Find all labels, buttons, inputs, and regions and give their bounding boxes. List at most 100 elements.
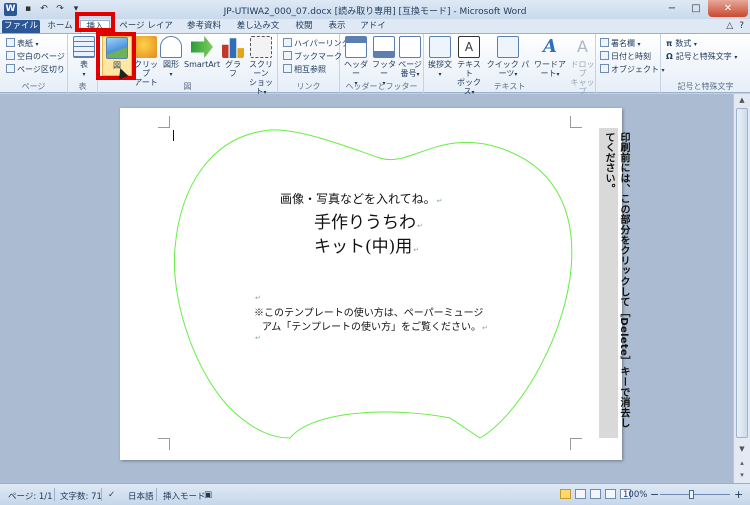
datetime-button[interactable]: 日付と時刻 xyxy=(600,51,651,63)
scroll-down-icon[interactable]: ▼ xyxy=(737,445,747,455)
screenshot-icon xyxy=(250,36,272,58)
crossref-button[interactable]: 相互参照 xyxy=(283,64,326,76)
status-page[interactable]: ページ: 1/1 xyxy=(8,490,53,502)
omega-icon: Ω xyxy=(666,52,673,61)
status-separator xyxy=(101,488,102,501)
doc-line-instruction[interactable]: 画像・写真などを入れてね。↵ xyxy=(280,190,443,207)
signature-button[interactable]: 署名欄 ▾ xyxy=(600,38,641,50)
status-bar: ページ: 1/1 文字数: 71 ✓ 日本語 挿入モード ▣ 100% − + xyxy=(0,483,750,505)
header-footer-group: ヘッダー ▾ フッター ▾ ページ 番号▾ ヘッダーとフッター xyxy=(340,34,424,93)
zoom-slider-thumb[interactable] xyxy=(689,490,694,499)
paragraph-mark: ↵ xyxy=(255,334,261,342)
quickparts-icon xyxy=(497,36,519,58)
macro-record-icon[interactable]: ▣ xyxy=(204,490,212,500)
scroll-up-icon[interactable]: ▲ xyxy=(737,96,747,106)
cover-page-button[interactable]: 表紙 ▾ xyxy=(6,38,39,50)
spellcheck-icon[interactable]: ✓ xyxy=(108,490,115,500)
signature-icon xyxy=(600,38,609,47)
quickparts-button[interactable]: クイック パーツ▾ xyxy=(485,36,531,79)
zoom-out-icon[interactable]: − xyxy=(650,488,659,501)
document-page[interactable]: 画像・写真などを入れてね。↵ 手作りうちわ↵ キット(中)用↵ ↵ ※このテンプ… xyxy=(120,108,629,460)
maximize-button[interactable]: □ xyxy=(684,0,708,17)
status-separator xyxy=(54,488,55,501)
clipart-button[interactable]: クリップ アート xyxy=(134,36,158,87)
doc-empty-line-2: ↵ xyxy=(254,334,261,342)
tab-mailings[interactable]: 差し込み文書 xyxy=(233,20,283,44)
web-layout-view-icon[interactable] xyxy=(590,489,601,499)
doc-line-title-1[interactable]: 手作りうちわ↵ xyxy=(314,208,423,233)
help-icon[interactable]: ? xyxy=(739,21,744,31)
outline-view-icon[interactable] xyxy=(605,489,616,499)
doc-note-line-2[interactable]: アム「テンプレートの使い方」をご覧ください。↵ xyxy=(262,318,488,333)
collapse-ribbon-icon[interactable]: △ xyxy=(726,21,733,31)
shapes-icon xyxy=(160,36,182,58)
doc-note-line-1[interactable]: ※このテンプレートの使い方は、ペーパーミュージ xyxy=(254,304,483,319)
paragraph-mark: ↵ xyxy=(255,294,261,302)
zoom-slider-track[interactable] xyxy=(660,494,730,495)
clipart-icon xyxy=(135,36,157,58)
status-language[interactable]: 日本語 xyxy=(128,490,154,502)
highlight-insert-tab xyxy=(75,12,115,32)
table-button[interactable]: 表 ▾ xyxy=(72,36,96,79)
tab-home[interactable]: ホーム xyxy=(44,20,76,33)
greeting-button[interactable]: 挨拶文 ▾ xyxy=(427,36,453,79)
greeting-icon xyxy=(429,36,451,58)
paragraph-mark: ↵ xyxy=(417,222,423,230)
status-word-count[interactable]: 文字数: 71 xyxy=(60,490,102,502)
chart-button[interactable]: グラフ xyxy=(222,36,244,78)
status-separator xyxy=(156,488,157,501)
text-group: 挨拶文 ▾ A テキスト ボックス▾ クイック パーツ▾ A ワードアート▾ A ド… xyxy=(424,34,596,96)
header-icon xyxy=(345,36,367,58)
delete-before-print-note[interactable]: 印刷前には、この部分をクリックして［Delete］キーで消去してください。 xyxy=(599,128,629,438)
tab-file[interactable]: ファイル xyxy=(2,20,40,33)
object-button[interactable]: オブジェクト ▾ xyxy=(600,64,665,76)
cover-page-icon xyxy=(6,38,15,47)
hyperlink-icon xyxy=(283,38,292,47)
header-footer-group-label: ヘッダーとフッター xyxy=(345,82,418,91)
smartart-icon xyxy=(191,36,213,58)
scroll-thumb[interactable] xyxy=(736,108,748,438)
page-number-button[interactable]: ページ 番号▾ xyxy=(398,36,422,79)
wordart-icon: A xyxy=(543,36,557,57)
next-page-icon[interactable]: ▾ xyxy=(737,471,747,481)
status-insert-mode[interactable]: 挿入モード xyxy=(163,490,206,502)
equation-button[interactable]: π 数式 ▾ xyxy=(666,38,697,50)
close-button[interactable]: ✕ xyxy=(708,0,748,17)
smartart-button[interactable]: SmartArt xyxy=(184,36,220,69)
tab-review[interactable]: 校閲 xyxy=(292,20,316,33)
table-group-label: 表 xyxy=(78,82,87,91)
tab-references[interactable]: 参考資料 xyxy=(184,20,224,33)
crossref-icon xyxy=(283,64,292,73)
prev-page-icon[interactable]: ▴ xyxy=(737,459,747,469)
paragraph-mark: ↵ xyxy=(413,246,420,254)
bookmark-button[interactable]: ブックマーク xyxy=(283,51,342,63)
link-group: ハイパーリンク ブックマーク 相互参照 リンク xyxy=(278,34,350,93)
datetime-icon xyxy=(600,51,609,60)
tab-row-right: △ ? xyxy=(726,21,744,31)
page-break-button[interactable]: ページ区切り xyxy=(6,64,65,76)
text-group-label: テキスト xyxy=(493,82,526,91)
zoom-level[interactable]: 100% xyxy=(623,490,647,500)
doc-line-title-2[interactable]: キット(中)用↵ xyxy=(314,232,419,257)
print-layout-view-icon[interactable] xyxy=(560,489,571,499)
zoom-in-icon[interactable]: + xyxy=(734,488,743,501)
chart-icon xyxy=(222,38,244,58)
page-break-icon xyxy=(6,64,15,73)
vertical-scrollbar[interactable]: ▲ ▼ ▴ ▾ xyxy=(733,94,750,483)
symbol-button[interactable]: Ω 記号と特殊文字 ▾ xyxy=(666,51,737,63)
shapes-button[interactable]: 図形 ▾ xyxy=(160,36,182,79)
table-group: 表 ▾ 表 xyxy=(68,34,98,93)
bookmark-icon xyxy=(283,51,292,60)
minimize-button[interactable]: − xyxy=(660,0,684,17)
tab-view[interactable]: 表示 xyxy=(325,20,349,33)
full-screen-reading-view-icon[interactable] xyxy=(575,489,586,499)
tab-addins[interactable]: アドイン xyxy=(357,20,389,44)
wordart-button[interactable]: A ワードアート▾ xyxy=(531,36,569,79)
dropcap-icon: A xyxy=(577,37,588,56)
paragraph-mark: ↵ xyxy=(482,324,488,332)
object-icon xyxy=(600,64,609,73)
figure-group-label: 図 xyxy=(183,82,192,91)
text-cursor xyxy=(173,130,174,141)
blank-page-button[interactable]: 空白のページ xyxy=(6,51,65,63)
textbox-icon: A xyxy=(458,36,480,58)
